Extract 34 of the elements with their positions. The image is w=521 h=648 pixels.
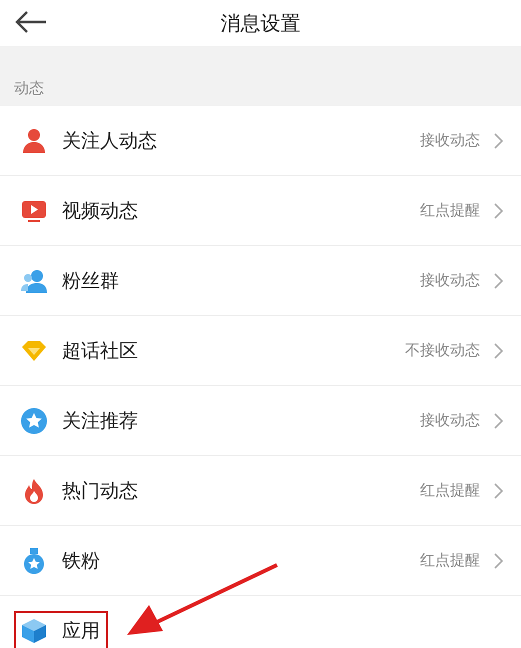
row-label: 视频动态 bbox=[62, 198, 138, 224]
row-value: 接收动态 bbox=[420, 271, 480, 290]
row-label: 铁粉 bbox=[62, 548, 100, 574]
row-value: 红点提醒 bbox=[420, 201, 480, 220]
settings-row[interactable]: 超话社区 不接收动态 bbox=[0, 316, 521, 386]
chevron-icon bbox=[494, 132, 503, 148]
row-label: 应用 bbox=[62, 618, 100, 644]
row-label: 关注人动态 bbox=[62, 128, 157, 154]
back-icon[interactable] bbox=[14, 10, 48, 34]
row-label: 关注推荐 bbox=[62, 408, 138, 434]
settings-row[interactable]: 关注人动态 接收动态 bbox=[0, 106, 521, 176]
cube-icon bbox=[20, 616, 48, 644]
row-label: 粉丝群 bbox=[62, 268, 119, 294]
row-label: 热门动态 bbox=[62, 478, 138, 504]
settings-row[interactable]: 关注推荐 接收动态 bbox=[0, 386, 521, 456]
chevron-icon bbox=[494, 342, 503, 358]
settings-row[interactable]: 粉丝群 接收动态 bbox=[0, 246, 521, 316]
row-value: 接收动态 bbox=[420, 131, 480, 150]
chevron-icon bbox=[494, 482, 503, 498]
person-icon bbox=[20, 126, 48, 154]
settings-row[interactable]: 热门动态 红点提醒 bbox=[0, 456, 521, 526]
row-value: 红点提醒 bbox=[420, 551, 480, 570]
row-value: 不接收动态 bbox=[405, 341, 480, 360]
row-value: 接收动态 bbox=[420, 411, 480, 430]
row-label: 超话社区 bbox=[62, 338, 138, 364]
page-title: 消息设置 bbox=[220, 10, 300, 36]
chevron-icon bbox=[494, 412, 503, 428]
settings-row[interactable]: 视频动态 红点提醒 bbox=[0, 176, 521, 246]
settings-row[interactable]: 铁粉 红点提醒 bbox=[0, 526, 521, 596]
chevron-icon bbox=[494, 272, 503, 288]
chevron-icon bbox=[494, 552, 503, 568]
section-header: 动态 bbox=[0, 46, 521, 106]
chevron-icon bbox=[494, 202, 503, 218]
row-value: 红点提醒 bbox=[420, 481, 480, 500]
